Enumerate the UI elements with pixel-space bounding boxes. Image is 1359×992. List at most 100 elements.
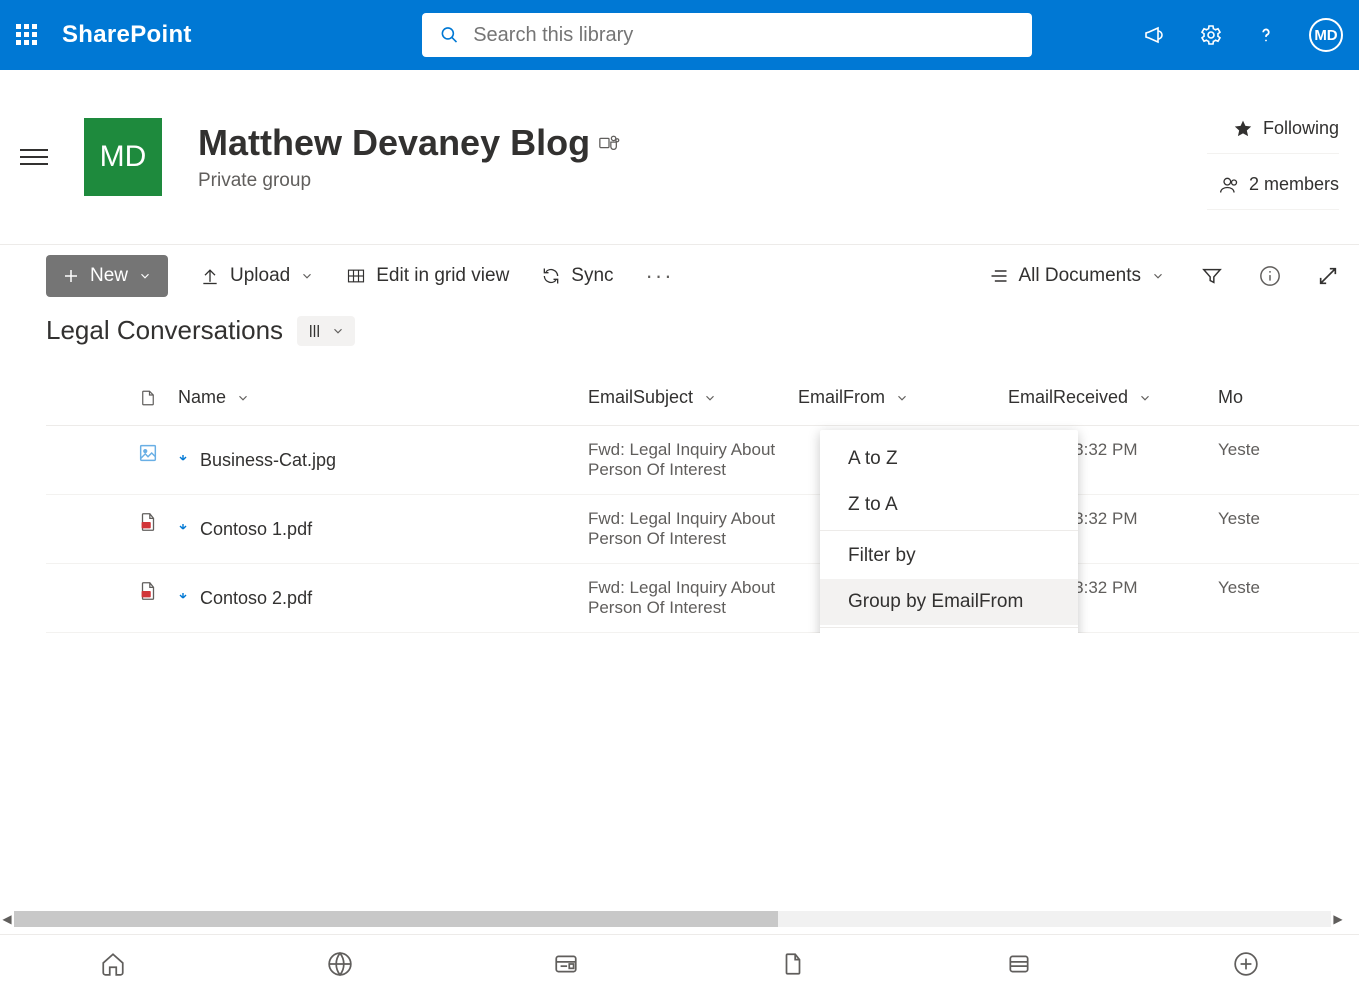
file-name-cell[interactable]: Business-Cat.jpg — [178, 440, 588, 480]
upload-label: Upload — [230, 265, 290, 287]
name-column-header[interactable]: Name — [178, 387, 588, 408]
news-icon[interactable] — [553, 951, 579, 977]
settings-gear-icon[interactable] — [1199, 23, 1223, 47]
view-switcher[interactable] — [297, 316, 355, 346]
library-name: Legal Conversations — [46, 315, 283, 346]
members-button[interactable]: 2 members — [1207, 160, 1339, 210]
scroll-right-arrow[interactable]: ▶ — [1331, 912, 1345, 926]
table-row[interactable]: Contoso 2.pdf Fwd: Legal Inquiry About Pe… — [46, 564, 1359, 633]
nav-toggle-icon[interactable] — [20, 144, 48, 170]
document-list: Name EmailSubject EmailFrom EmailReceive… — [0, 370, 1359, 633]
members-icon — [1219, 175, 1239, 195]
suite-bar-actions: MD — [1143, 18, 1343, 52]
subject-header-label: EmailSubject — [588, 387, 693, 408]
horizontal-scrollbar[interactable]: ◀ ▶ — [0, 910, 1345, 928]
view-selector[interactable]: All Documents — [989, 265, 1166, 287]
subject-cell: Fwd: Legal Inquiry About Person Of Inter… — [588, 509, 798, 549]
add-icon[interactable] — [1233, 951, 1259, 977]
upload-button[interactable]: Upload — [200, 265, 314, 287]
edit-grid-label: Edit in grid view — [376, 265, 509, 287]
edit-grid-button[interactable]: Edit in grid view — [346, 265, 509, 287]
menu-separator — [820, 627, 1078, 628]
received-header-label: EmailReceived — [1008, 387, 1128, 408]
table-row[interactable]: Business-Cat.jpgFwd: Legal Inquiry About… — [46, 426, 1359, 495]
file-type-icon — [118, 509, 178, 549]
site-logo[interactable]: MD — [84, 118, 162, 196]
menu-separator — [820, 530, 1078, 531]
scroll-thumb[interactable] — [14, 911, 778, 927]
list-icon[interactable] — [1006, 951, 1032, 977]
column-settings-item[interactable]: Column settings — [820, 630, 1078, 633]
upload-icon — [200, 266, 220, 286]
site-subtitle: Private group — [198, 170, 620, 192]
more-actions-button[interactable]: ··· — [646, 263, 674, 289]
home-icon[interactable] — [100, 951, 126, 977]
row-select[interactable] — [58, 440, 118, 480]
file-name-cell[interactable]: Contoso 2.pdf — [178, 578, 588, 618]
columns-icon — [307, 322, 325, 340]
chevron-down-icon — [331, 324, 345, 338]
app-launcher-icon[interactable] — [16, 24, 38, 46]
info-icon[interactable] — [1259, 265, 1281, 287]
from-header-label: EmailFrom — [798, 387, 885, 408]
star-icon — [1233, 119, 1253, 139]
user-avatar[interactable]: MD — [1309, 18, 1343, 52]
grid-icon — [346, 266, 366, 286]
search-icon — [440, 25, 459, 45]
site-title[interactable]: Matthew Devaney Blog — [198, 122, 590, 164]
scroll-left-arrow[interactable]: ◀ — [0, 912, 14, 926]
file-name-cell[interactable]: Contoso 1.pdf — [178, 509, 588, 549]
new-indicator-icon — [178, 593, 188, 603]
filter-by-item[interactable]: Filter by — [820, 533, 1078, 579]
follow-button[interactable]: Following — [1207, 104, 1339, 154]
modified-cell: Yeste — [1218, 509, 1359, 549]
chevron-down-icon — [703, 391, 717, 405]
from-column-header[interactable]: EmailFrom — [798, 387, 1008, 408]
subject-cell: Fwd: Legal Inquiry About Person Of Inter… — [588, 578, 798, 618]
sort-za-item[interactable]: Z to A — [820, 482, 1078, 528]
row-select[interactable] — [58, 578, 118, 618]
file-name: Contoso 2.pdf — [200, 588, 312, 609]
table-row[interactable]: Contoso 1.pdf Fwd: Legal Inquiry About Pe… — [46, 495, 1359, 564]
file-icon — [139, 387, 157, 409]
globe-icon[interactable] — [327, 951, 353, 977]
members-label: 2 members — [1249, 174, 1339, 195]
sync-label: Sync — [571, 265, 613, 287]
command-bar: New Upload Edit in grid view Sync ··· Al… — [0, 245, 1359, 307]
sort-az-label: A to Z — [848, 448, 898, 470]
library-title-bar: Legal Conversations — [0, 307, 1359, 370]
document-icon[interactable] — [780, 951, 806, 977]
file-name: Business-Cat.jpg — [200, 450, 336, 471]
site-title-block: Matthew Devaney Blog Private group — [198, 122, 620, 192]
file-type-icon — [118, 440, 178, 480]
view-label: All Documents — [1019, 265, 1142, 287]
type-column-header[interactable] — [118, 387, 178, 409]
group-by-item[interactable]: Group by EmailFrom — [820, 579, 1078, 625]
filter-icon[interactable] — [1201, 265, 1223, 287]
site-right-info: Following 2 members — [1207, 98, 1339, 216]
scroll-track[interactable] — [14, 911, 1331, 927]
search-input[interactable] — [473, 24, 1014, 47]
modified-header-label: Mo — [1218, 387, 1243, 408]
file-name: Contoso 1.pdf — [200, 519, 312, 540]
product-name[interactable]: SharePoint — [62, 21, 192, 49]
suite-bar: SharePoint MD — [0, 0, 1359, 70]
chevron-down-icon — [236, 391, 250, 405]
help-icon[interactable] — [1255, 24, 1277, 46]
name-header-label: Name — [178, 387, 226, 408]
list-lines-icon — [989, 266, 1009, 286]
received-column-header[interactable]: EmailReceived — [1008, 387, 1218, 408]
sort-az-item[interactable]: A to Z — [820, 436, 1078, 482]
row-select[interactable] — [58, 509, 118, 549]
megaphone-icon[interactable] — [1143, 23, 1167, 47]
sync-button[interactable]: Sync — [541, 265, 613, 287]
chevron-down-icon — [300, 269, 314, 283]
new-button[interactable]: New — [46, 255, 168, 297]
modified-column-header[interactable]: Mo — [1218, 387, 1359, 408]
search-box[interactable] — [422, 13, 1032, 57]
expand-icon[interactable] — [1317, 265, 1339, 287]
subject-column-header[interactable]: EmailSubject — [588, 387, 798, 408]
command-bar-right: All Documents — [989, 265, 1340, 287]
teams-icon[interactable] — [598, 132, 620, 154]
file-type-icon — [118, 578, 178, 618]
